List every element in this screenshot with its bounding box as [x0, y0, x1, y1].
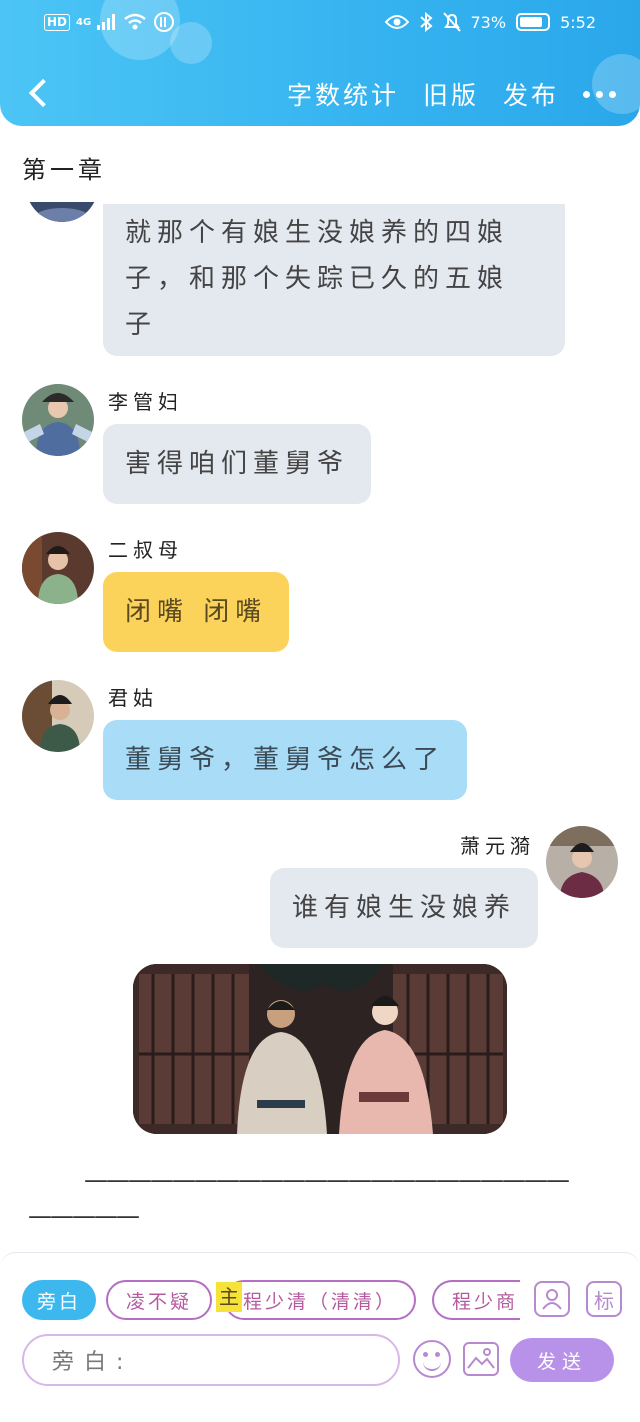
role-chip-narrator[interactable]: 旁白: [22, 1280, 96, 1320]
image-picker-icon[interactable]: [463, 1342, 499, 1376]
hd-indicator: HD: [44, 13, 71, 31]
protagonist-marker: 主: [216, 1282, 242, 1312]
message-line: 子: [125, 310, 158, 340]
avatar[interactable]: [22, 384, 94, 456]
old-version-button[interactable]: 旧版: [423, 76, 479, 112]
data-saver-icon: [154, 12, 175, 32]
message-bubble[interactable]: 谁有娘生没娘养: [270, 868, 539, 948]
clock: 5:52: [560, 12, 596, 32]
bluetooth-icon: [419, 12, 433, 32]
message-bubble[interactable]: 闭嘴 闭嘴: [103, 572, 290, 652]
signal-icon: [97, 14, 116, 30]
avatar[interactable]: [22, 532, 94, 604]
avatar[interactable]: [22, 680, 94, 752]
battery-icon: [516, 13, 551, 31]
battery-percent: 73%: [470, 12, 507, 32]
character-icon[interactable]: [534, 1281, 570, 1317]
image-message[interactable]: [133, 964, 507, 1134]
word-count-button[interactable]: 字数统计: [287, 76, 399, 112]
emoji-icon[interactable]: [413, 1340, 451, 1378]
send-button[interactable]: 发送: [510, 1338, 614, 1382]
role-chip[interactable]: 程少清（清清）: [224, 1280, 416, 1320]
separator-line: —————: [28, 1202, 140, 1230]
eye-icon: [384, 15, 409, 29]
speaker-name: 李管妇: [108, 390, 183, 414]
message-line: 子，和那个失踪已久的五娘: [125, 264, 510, 294]
tag-icon[interactable]: 标: [586, 1281, 622, 1317]
decorative-bubble: [170, 22, 212, 64]
publish-button[interactable]: 发布: [503, 76, 559, 112]
mute-bell-icon: [442, 12, 461, 32]
speaker-name: 君姑: [108, 686, 158, 710]
message-input[interactable]: 旁白:: [22, 1334, 400, 1386]
app-header: HD 4G 73% 5:52 字数统计 旧版 发布: [0, 0, 640, 126]
status-bar-right: 73% 5:52: [384, 10, 596, 34]
separator-line: ——————————————————————: [84, 1166, 570, 1194]
nav-actions: 字数统计 旧版 发布: [287, 76, 616, 112]
speaker-name: 二叔母: [108, 538, 183, 562]
signal-label: 4G: [76, 16, 92, 28]
scene-image: [133, 964, 507, 1134]
message-line: 就那个有娘生没娘养的四娘: [125, 218, 510, 248]
nav-bar: 字数统计 旧版 发布: [0, 68, 640, 118]
back-icon[interactable]: [22, 72, 56, 114]
role-chip[interactable]: 凌不疑: [106, 1280, 212, 1320]
avatar[interactable]: [546, 826, 618, 898]
speaker-name: 萧元漪: [460, 834, 535, 858]
wifi-icon: [124, 13, 146, 30]
status-bar-left: HD 4G: [44, 10, 175, 34]
role-chip[interactable]: 程少商: [432, 1280, 520, 1320]
chapter-title: 第一章: [22, 156, 106, 184]
more-options-icon[interactable]: [583, 90, 616, 98]
message-bubble[interactable]: 董舅爷，董舅爷怎么了: [103, 720, 468, 800]
message-bubble[interactable]: 就那个有娘生没娘养的四娘 子，和那个失踪已久的五娘 子: [103, 204, 565, 356]
message-bubble[interactable]: 害得咱们董舅爷: [103, 424, 372, 504]
